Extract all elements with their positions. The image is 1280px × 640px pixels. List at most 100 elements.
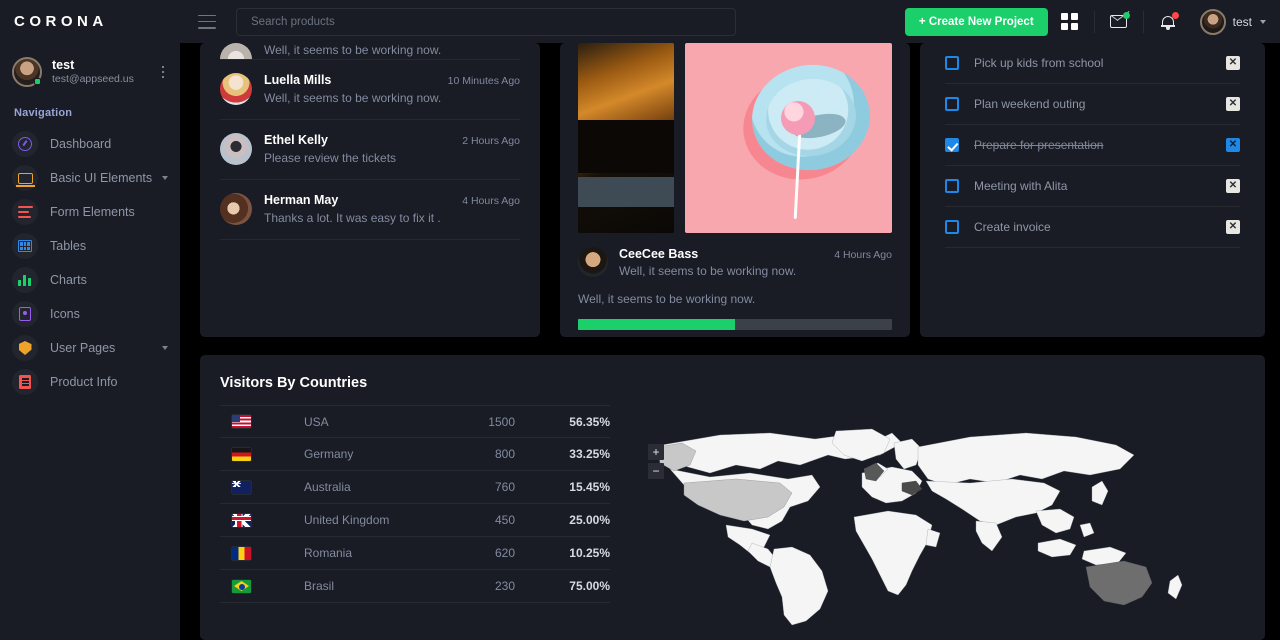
close-icon[interactable]: ✕ [1226, 97, 1240, 111]
table-row[interactable]: USA 1500 56.35% [220, 405, 610, 438]
sidebar-item-icons[interactable]: Icons [0, 297, 180, 331]
table-row[interactable]: Australia 760 15.45% [220, 471, 610, 504]
online-status-indicator [34, 78, 41, 85]
sidebar-item-product-info[interactable]: Product Info [0, 365, 180, 399]
chevron-down-icon [162, 176, 168, 180]
map-zoom-controls: + − [648, 444, 664, 482]
list-item[interactable]: Luella Mills 10 Minutes Ago Well, it see… [220, 60, 520, 120]
visitor-percent: 56.35% [569, 414, 610, 429]
main-content: Well, it seems to be working now. Luella… [200, 43, 1280, 640]
table-row[interactable]: Romania 620 10.25% [220, 537, 610, 570]
sidebar-profile-text: test test@appseed.us [52, 58, 158, 87]
chevron-down-icon [1260, 19, 1266, 24]
visitors-by-countries-card: Visitors By Countries USA 1500 56.35% Ge… [200, 355, 1265, 640]
country-name: Romania [304, 546, 353, 560]
list-item[interactable]: Herman May 4 Hours Ago Thanks a lot. It … [220, 180, 520, 240]
chat-header: Herman May 4 Hours Ago [264, 193, 520, 207]
top-navbar: CORONA + Create New Project [0, 0, 1280, 43]
list-item[interactable]: Well, it seems to be working now. [220, 43, 520, 60]
todo-label: Meeting with Alita [974, 179, 1068, 193]
todo-checkbox[interactable] [945, 220, 959, 234]
visitor-count: 230 [494, 579, 515, 593]
todo-list-card: Pick up kids from school ✕ Plan weekend … [920, 43, 1265, 337]
map-zoom-out-button[interactable]: − [648, 463, 664, 479]
pink-lollipop-on-blue-plate-photo [685, 43, 892, 233]
create-new-project-button[interactable]: + Create New Project [904, 7, 1048, 36]
search-input[interactable] [251, 15, 721, 28]
sidebar-item-label: Product Info [50, 375, 118, 389]
close-icon[interactable]: ✕ [1226, 138, 1240, 152]
bar-chart-icon [12, 267, 38, 293]
visitor-percent: 75.00% [569, 579, 610, 593]
sidebar-item-dashboard[interactable]: Dashboard [0, 127, 180, 161]
sidebar-item-charts[interactable]: Charts [0, 263, 180, 297]
todo-label: Plan weekend outing [974, 97, 1086, 111]
sidebar-item-label: User Pages [50, 341, 116, 355]
sidebar: test test@appseed.us Navigation Dashboar… [0, 43, 180, 640]
sidebar-item-form-elements[interactable]: Form Elements [0, 195, 180, 229]
list-item[interactable]: Prepare for presentation ✕ [945, 125, 1240, 166]
avatar [220, 73, 252, 105]
todo-list: Pick up kids from school ✕ Plan weekend … [920, 43, 1265, 248]
chat-content: Luella Mills 10 Minutes Ago Well, it see… [264, 73, 520, 105]
avatar [220, 133, 252, 165]
world-map-svg [657, 428, 1183, 626]
messages-button[interactable] [1097, 0, 1141, 43]
sidebar-item-user-pages[interactable]: User Pages [0, 331, 180, 365]
profile-menu-button[interactable]: test [1190, 8, 1266, 35]
messages-badge [1122, 12, 1130, 19]
page-title: Visitors By Countries [220, 375, 368, 391]
todo-checkbox[interactable] [945, 138, 959, 152]
todo-checkbox[interactable] [945, 97, 959, 111]
australia-flag [232, 480, 251, 494]
notifications-button[interactable] [1146, 0, 1190, 43]
avatar [578, 247, 608, 277]
apps-grid-button[interactable] [1048, 0, 1092, 43]
chat-message: Well, it seems to be working now. [264, 43, 442, 57]
contact-card-icon [12, 301, 38, 327]
lollipop-candy [781, 101, 815, 135]
chat-list: Well, it seems to be working now. Luella… [200, 43, 540, 240]
close-icon[interactable]: ✕ [1226, 220, 1240, 234]
sidebar-profile[interactable]: test test@appseed.us [0, 43, 180, 97]
chat-message: Thanks a lot. It was easy to fix it . [264, 211, 441, 225]
progress-bar-fill [578, 319, 735, 330]
chat-message: Well, it seems to be working now. [264, 91, 442, 105]
todo-checkbox[interactable] [945, 56, 959, 70]
sidebar-section-title: Navigation [14, 107, 73, 119]
close-icon[interactable]: ✕ [1226, 179, 1240, 193]
chat-sender-name: Herman May [264, 193, 339, 207]
world-map[interactable]: + − [630, 391, 1265, 631]
country-name: Brasil [304, 579, 335, 593]
todo-checkbox[interactable] [945, 179, 959, 193]
list-item[interactable]: Create invoice ✕ [945, 207, 1240, 248]
todo-label: Pick up kids from school [974, 56, 1104, 70]
united-kingdom-flag [232, 513, 251, 527]
feed-author-text: CeeCee Bass 4 Hours Ago Well, it seems t… [619, 247, 892, 278]
chat-content: Well, it seems to be working now. [264, 43, 520, 57]
country-name: Germany [304, 447, 354, 461]
list-item[interactable]: Plan weekend outing ✕ [945, 84, 1240, 125]
feed-timestamp: 4 Hours Ago [834, 249, 892, 261]
hamburger-icon[interactable] [198, 14, 216, 29]
table-row[interactable]: United Kingdom 450 25.00% [220, 504, 610, 537]
close-icon[interactable]: ✕ [1226, 56, 1240, 70]
sidebar-item-tables[interactable]: Tables [0, 229, 180, 263]
germany-flag [232, 447, 251, 461]
table-row[interactable]: Brasil 230 75.00% [220, 570, 610, 603]
map-zoom-in-button[interactable]: + [648, 444, 664, 460]
avatar [12, 57, 42, 87]
sidebar-item-basic-ui-elements[interactable]: Basic UI Elements [0, 161, 180, 195]
chat-message: Please review the tickets [264, 151, 397, 165]
sidebar-item-label: Form Elements [50, 205, 135, 219]
brand-logo[interactable]: CORONA [0, 0, 180, 43]
profile-more-options-icon[interactable] [158, 62, 169, 83]
list-item[interactable]: Pick up kids from school ✕ [945, 43, 1240, 84]
feed-author-name: CeeCee Bass [619, 247, 699, 261]
search-box[interactable] [236, 7, 736, 36]
list-item[interactable]: Meeting with Alita ✕ [945, 166, 1240, 207]
chat-header: Luella Mills 10 Minutes Ago [264, 73, 520, 87]
sidebar-item-label: Icons [50, 307, 80, 321]
table-row[interactable]: Germany 800 33.25% [220, 438, 610, 471]
list-item[interactable]: Ethel Kelly 2 Hours Ago Please review th… [220, 120, 520, 180]
